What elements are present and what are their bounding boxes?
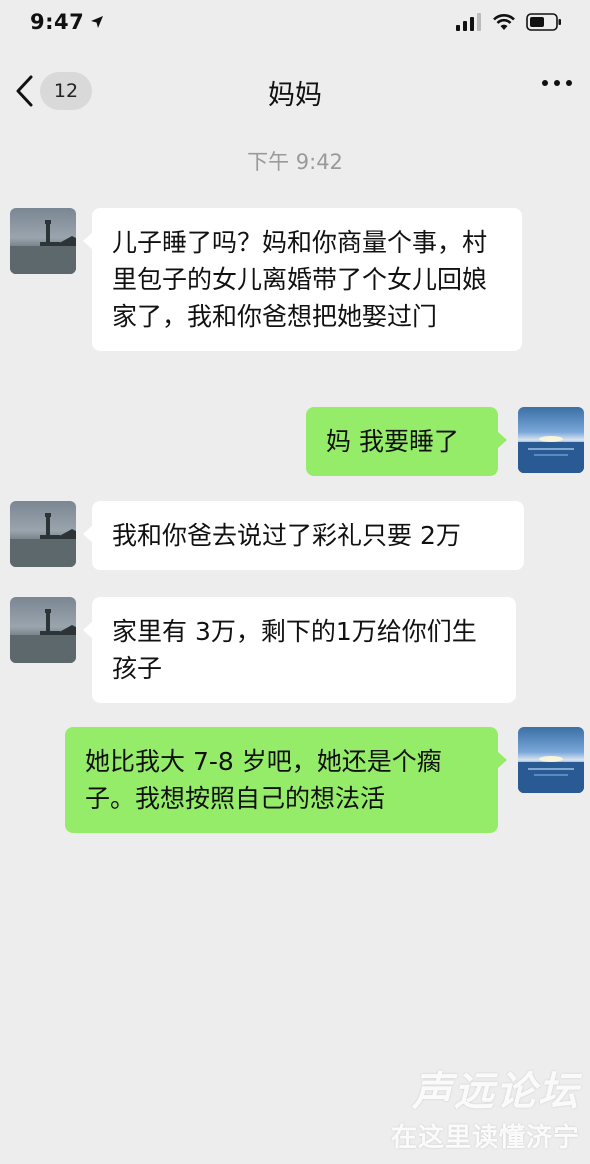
back-button[interactable]: 12 <box>14 72 92 110</box>
chat-title: 妈妈 <box>268 79 322 111</box>
lighthouse-avatar-icon <box>10 220 76 274</box>
avatar-mom[interactable] <box>10 208 76 274</box>
lighthouse-avatar-icon <box>10 609 76 663</box>
cellular-signal-icon <box>456 13 481 31</box>
status-indicators <box>456 13 562 31</box>
watermark-slogan: 在这里读懂济宁 <box>390 1123 580 1153</box>
message-bubble-sent: 妈 我要睡了 <box>306 407 507 476</box>
status-bar: 9:47 <box>0 0 590 44</box>
message-bubble-received: 我和你爸去说过了彩礼只要 2万 <box>83 501 524 570</box>
avatar-me[interactable] <box>518 727 584 793</box>
message-bubble-received: 儿子睡了吗？妈和你商量个事，村里包子的女儿离婚带了个女儿回娘家了，我和你爸想把她… <box>83 208 522 351</box>
message-bubble-received: 家里有 3万，剩下的1万给你们生孩子 <box>83 597 516 703</box>
chevron-left-icon <box>16 75 33 107</box>
unread-count-badge: 12 <box>40 72 92 110</box>
message-timestamp: 下午 9:42 <box>247 150 343 174</box>
forum-watermark: 声远论坛 在这里读懂济宁 <box>380 1059 580 1154</box>
battery-icon <box>526 13 561 31</box>
avatar-mom[interactable] <box>10 597 76 663</box>
ocean-sunset-avatar-icon <box>518 756 584 793</box>
avatar-mom[interactable] <box>10 501 76 567</box>
location-arrow-icon <box>91 16 104 28</box>
more-dot-icon <box>554 80 560 86</box>
more-options-button[interactable] <box>542 80 572 86</box>
watermark-brand: 声远论坛 <box>412 1069 580 1115</box>
status-time-text: 9:47 <box>30 10 85 34</box>
status-time: 9:47 <box>30 10 104 34</box>
more-dot-icon <box>566 80 572 86</box>
message-bubble-sent: 她比我大 7-8 岁吧，她还是个瘸子。我想按照自己的想法活 <box>65 727 507 833</box>
ocean-sunset-avatar-icon <box>518 436 584 473</box>
chat-nav-bar: 12 妈妈 <box>0 56 590 128</box>
lighthouse-avatar-icon <box>10 513 76 567</box>
avatar-me[interactable] <box>518 407 584 473</box>
more-dot-icon <box>542 80 548 86</box>
wifi-icon <box>493 14 515 30</box>
